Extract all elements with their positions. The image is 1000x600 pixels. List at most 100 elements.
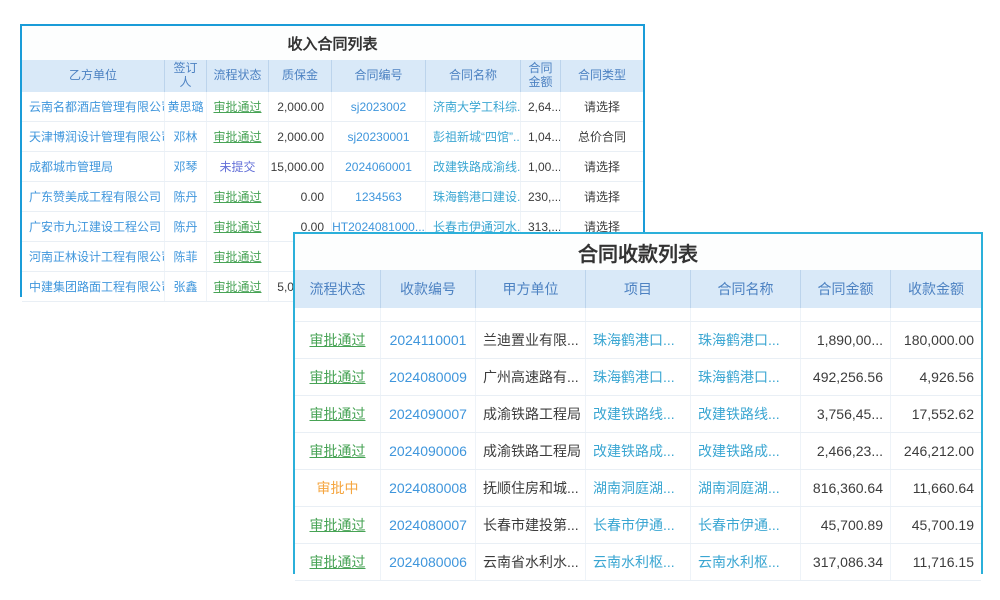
party-a-name: 成渝铁路工程局: [476, 433, 586, 469]
receipt-number[interactable]: 2024080008: [381, 470, 476, 506]
contract-name-header: 合同名称: [426, 60, 521, 92]
contract-name[interactable]: 珠海鹤港口...: [691, 359, 801, 395]
project-name[interactable]: 珠海鹤港口...: [586, 359, 691, 395]
receipt-number[interactable]: 2024080007: [381, 507, 476, 543]
contract-number[interactable]: sj2023002: [332, 92, 426, 121]
warranty-deposit: 2,000.00: [269, 122, 332, 151]
table-row: 广东赞美成工程有限公司陈丹审批通过0.001234563珠海鹤港口建设...23…: [22, 182, 643, 212]
workflow-status[interactable]: 审批通过: [295, 396, 381, 432]
receipt-number[interactable]: 2024090006: [381, 433, 476, 469]
spacer-cell: [381, 308, 476, 321]
receipt-amount: 180,000.00: [891, 322, 981, 358]
party-b-name[interactable]: 广东赞美成工程有限公司: [22, 182, 165, 211]
signer-name[interactable]: 陈菲: [165, 242, 207, 271]
party-b-name[interactable]: 中建集团路面工程有限公司: [22, 272, 165, 301]
signer-name[interactable]: 陈丹: [165, 182, 207, 211]
project-name[interactable]: 云南水利枢...: [586, 544, 691, 580]
party-a-name: 兰迪置业有限...: [476, 322, 586, 358]
receipt-number[interactable]: 2024090007: [381, 396, 476, 432]
party-b-name[interactable]: 成都城市管理局: [22, 152, 165, 181]
contract-type[interactable]: 请选择: [561, 182, 643, 211]
contract-number[interactable]: sj20230001: [332, 122, 426, 151]
workflow-status[interactable]: 审批通过: [207, 92, 269, 121]
receipt-number[interactable]: 2024080006: [381, 544, 476, 580]
workflow-status[interactable]: 审批通过: [207, 182, 269, 211]
party-a-name: 广州高速路有...: [476, 359, 586, 395]
signer-name[interactable]: 黄思璐: [165, 92, 207, 121]
contract-name-header: 合同名称: [691, 270, 801, 308]
table-row: 审批通过2024080006云南省水利水...云南水利枢...云南水利枢...3…: [295, 544, 981, 581]
receipt-contract-window: 合同收款列表 流程状态收款编号甲方单位项目合同名称合同金额收款金额 审批通过20…: [293, 232, 983, 574]
contract-name[interactable]: 云南水利枢...: [691, 544, 801, 580]
income-header-row: 乙方单位签订人流程状态质保金合同编号合同名称合同金额合同类型: [22, 60, 643, 92]
contract-amount: 2,466,23...: [801, 433, 891, 469]
workflow-status-header: 流程状态: [295, 270, 381, 308]
workflow-status[interactable]: 审批通过: [295, 433, 381, 469]
contract-name[interactable]: 改建铁路线...: [691, 396, 801, 432]
contract-amount: 1,890,00...: [801, 322, 891, 358]
receipt-table-body: 审批通过2024110001兰迪置业有限...珠海鹤港口...珠海鹤港口...1…: [295, 308, 981, 581]
contract-number[interactable]: 2024060001: [332, 152, 426, 181]
receipt-header-row: 流程状态收款编号甲方单位项目合同名称合同金额收款金额: [295, 270, 981, 308]
contract-name[interactable]: 改建铁路成渝线...: [426, 152, 521, 181]
table-row: 成都城市管理局邓琴未提交15,000.002024060001改建铁路成渝线..…: [22, 152, 643, 182]
party-a-name: 云南省水利水...: [476, 544, 586, 580]
warranty-deposit: 15,000.00: [269, 152, 332, 181]
workflow-status[interactable]: 审批通过: [207, 242, 269, 271]
income-window-title: 收入合同列表: [22, 26, 643, 60]
party-b-name[interactable]: 广安市九江建设工程公司: [22, 212, 165, 241]
workflow-status[interactable]: 审批通过: [295, 544, 381, 580]
contract-type[interactable]: 请选择: [561, 92, 643, 121]
spacer-cell: [691, 308, 801, 321]
contract-amount: 45,700.89: [801, 507, 891, 543]
table-row: 云南名都酒店管理有限公司黄思璐审批通过2,000.00sj2023002济南大学…: [22, 92, 643, 122]
warranty-deposit-header: 质保金: [269, 60, 332, 92]
table-row: 审批通过2024090006成渝铁路工程局改建铁路成...改建铁路成...2,4…: [295, 433, 981, 470]
contract-type-header: 合同类型: [561, 60, 643, 92]
contract-number[interactable]: 1234563: [332, 182, 426, 211]
party-b-name[interactable]: 天津博润设计管理有限公司: [22, 122, 165, 151]
workflow-status[interactable]: 审批通过: [295, 507, 381, 543]
receipt-number[interactable]: 2024110001: [381, 322, 476, 358]
table-row: 审批通过2024080009广州高速路有...珠海鹤港口...珠海鹤港口...4…: [295, 359, 981, 396]
workflow-status[interactable]: 审批中: [295, 470, 381, 506]
contract-name[interactable]: 珠海鹤港口建设...: [426, 182, 521, 211]
workflow-status[interactable]: 未提交: [207, 152, 269, 181]
signer-name[interactable]: 陈丹: [165, 212, 207, 241]
receipt-window-title: 合同收款列表: [295, 234, 981, 270]
contract-name[interactable]: 珠海鹤港口...: [691, 322, 801, 358]
signer-name[interactable]: 邓林: [165, 122, 207, 151]
party-b-name[interactable]: 云南名都酒店管理有限公司: [22, 92, 165, 121]
workflow-status[interactable]: 审批通过: [295, 359, 381, 395]
workflow-status[interactable]: 审批通过: [207, 212, 269, 241]
workflow-status[interactable]: 审批通过: [295, 322, 381, 358]
party-a-name: 长春市建投第...: [476, 507, 586, 543]
table-row: 审批通过2024090007成渝铁路工程局改建铁路线...改建铁路线...3,7…: [295, 396, 981, 433]
contract-name[interactable]: 长春市伊通...: [691, 507, 801, 543]
signer-name[interactable]: 张鑫: [165, 272, 207, 301]
contract-number-header: 合同编号: [332, 60, 426, 92]
project-name-header: 项目: [586, 270, 691, 308]
workflow-status[interactable]: 审批通过: [207, 272, 269, 301]
project-name[interactable]: 改建铁路成...: [586, 433, 691, 469]
project-name[interactable]: 长春市伊通...: [586, 507, 691, 543]
receipt-amount: 11,660.64: [891, 470, 981, 506]
contract-name[interactable]: 济南大学工科综...: [426, 92, 521, 121]
contract-type[interactable]: 请选择: [561, 152, 643, 181]
receipt-number[interactable]: 2024080009: [381, 359, 476, 395]
spacer-cell: [891, 308, 981, 321]
contract-amount: 816,360.64: [801, 470, 891, 506]
project-name[interactable]: 改建铁路线...: [586, 396, 691, 432]
signer-name[interactable]: 邓琴: [165, 152, 207, 181]
workflow-status-header: 流程状态: [207, 60, 269, 92]
contract-type[interactable]: 总价合同: [561, 122, 643, 151]
project-name[interactable]: 湖南洞庭湖...: [586, 470, 691, 506]
contract-name[interactable]: 改建铁路成...: [691, 433, 801, 469]
project-name[interactable]: 珠海鹤港口...: [586, 322, 691, 358]
party-b-name[interactable]: 河南正林设计工程有限公司: [22, 242, 165, 271]
contract-amount: 230,...: [521, 182, 561, 211]
workflow-status[interactable]: 审批通过: [207, 122, 269, 151]
contract-name[interactable]: 彭祖新城“四馆”...: [426, 122, 521, 151]
contract-name[interactable]: 湖南洞庭湖...: [691, 470, 801, 506]
contract-amount-header: 合同金额: [801, 270, 891, 308]
